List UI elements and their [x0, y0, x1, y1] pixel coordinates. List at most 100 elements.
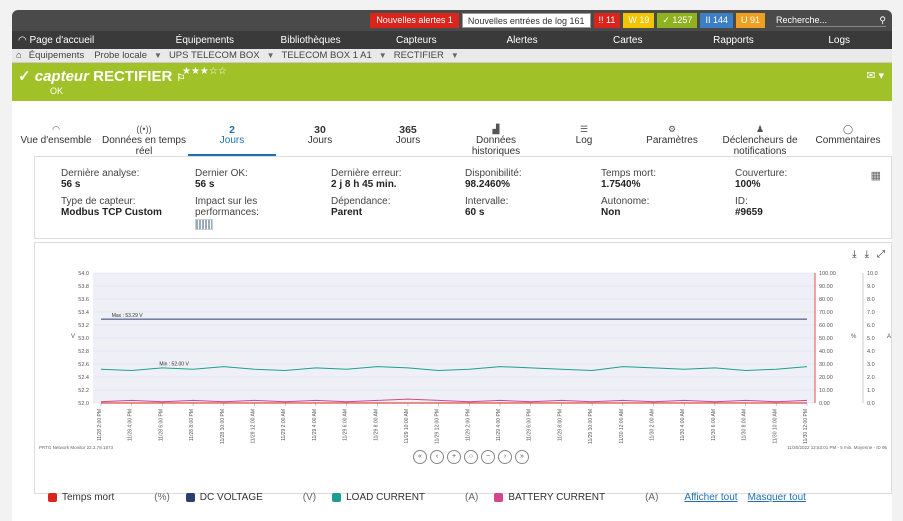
tab-365-days[interactable]: 365 Jours [364, 120, 452, 156]
legend-unit: (%) [154, 491, 170, 503]
y3-tick-label: 3.0 [867, 362, 875, 368]
breadcrumb-item[interactable]: Équipements [26, 50, 87, 61]
forward-fast-icon[interactable]: » [515, 450, 529, 464]
y3-tick-label: 0.0 [867, 401, 875, 407]
chart-footer-right: 11/30/2022 12:53:01 PM - 5 min. Moyenne … [787, 445, 887, 450]
value: #9659 [735, 207, 763, 218]
rewind-fast-icon[interactable]: « [413, 450, 427, 464]
badge-paused[interactable]: II 144 [700, 13, 733, 28]
download-icon[interactable]: ⤓ [865, 249, 869, 260]
y3-tick-label: 10.0 [867, 271, 878, 277]
label: Dernière analyse: [61, 168, 140, 179]
priority-stars[interactable]: ★★★☆☆ [182, 66, 227, 77]
tab-historic-data[interactable]: ▟ Données historiques [452, 120, 540, 157]
new-alerts-button[interactable]: Nouvelles alertes 1 [370, 13, 459, 28]
legend-item-downtime[interactable]: Temps mort (%) [48, 492, 170, 503]
nav-alerts[interactable]: Alertes [469, 35, 575, 46]
zoom-out-icon[interactable]: − [481, 450, 495, 464]
y2-tick-label: 100.00 [819, 271, 836, 277]
y3-tick-label: 9.0 [867, 284, 875, 290]
x-tick-label: 11/29 2:00 AM [281, 409, 287, 441]
y2-tick-label: 40.00 [819, 349, 833, 355]
y2-tick-label: 60.00 [819, 323, 833, 329]
breadcrumb-item[interactable]: Probe locale [91, 50, 150, 61]
qr-code-icon[interactable]: ▦ [871, 169, 881, 182]
mail-icon[interactable]: ✉ ▾ [866, 69, 884, 82]
x-tick-label: 11/28 8:00 PM [189, 409, 195, 441]
chevron-down-icon[interactable]: ▼ [154, 51, 162, 60]
checkbox-icon[interactable] [185, 492, 195, 502]
y-tick-label: 52.8 [78, 349, 89, 355]
nav-libraries[interactable]: Bibliothèques [258, 35, 364, 46]
gauge-icon: ◠ [52, 124, 60, 134]
reset-zoom-icon[interactable]: ○ [464, 450, 478, 464]
y-tick-label: 53.0 [78, 336, 89, 342]
value: Modbus TCP Custom [61, 207, 162, 218]
y3-tick-label: 4.0 [867, 349, 875, 355]
home-icon[interactable]: ⌂ [16, 50, 22, 61]
legend-unit: (V) [302, 491, 317, 503]
value: 2 j 8 h 45 min. [331, 179, 397, 190]
tab-2-days[interactable]: 2 Jours [188, 120, 276, 156]
new-logs-count: 161 [569, 16, 585, 26]
zoom-in-icon[interactable]: + [447, 450, 461, 464]
tab-comments[interactable]: ◯ Commentaires [804, 120, 892, 156]
chevron-down-icon[interactable]: ▼ [379, 51, 387, 60]
breadcrumb-item[interactable]: RECTIFIER [391, 50, 447, 61]
nav-reports[interactable]: Rapports [681, 35, 787, 46]
chevron-down-icon[interactable]: ▼ [451, 51, 459, 60]
y3-tick-label: 1.0 [867, 388, 875, 394]
legend-item-dc-voltage[interactable]: DC VOLTAGE (V) [185, 491, 317, 503]
forward-icon[interactable]: › [498, 450, 512, 464]
badge-unusual[interactable]: U 91 [735, 13, 765, 28]
legend-item-battery-current[interactable]: BATTERY CURRENT (A) [494, 492, 658, 503]
gear-icon: ⚙ [667, 124, 677, 134]
tab-overview[interactable]: ◠ Vue d'ensemble [12, 120, 100, 156]
new-logs-button[interactable]: Nouvelles entrées de log 161 [461, 13, 591, 28]
tab-log[interactable]: ☰ Log [540, 120, 628, 156]
download-icon[interactable]: ⤓ [852, 249, 856, 260]
badge-down[interactable]: !! 11 [593, 13, 621, 28]
badge-warning[interactable]: W 19 [623, 13, 655, 28]
expand-icon[interactable]: ⤢ [877, 249, 885, 260]
breadcrumb-item[interactable]: UPS TELECOM BOX [166, 50, 263, 61]
checkbox-icon[interactable] [494, 492, 504, 502]
new-logs-label: Nouvelles entrées de log [467, 16, 567, 26]
value: 1.7540% [601, 179, 641, 190]
show-all-link[interactable]: Afficher tout [684, 492, 737, 503]
checkbox-icon[interactable] [48, 492, 57, 502]
y-tick-label: 53.6 [78, 297, 89, 303]
new-alerts-count: 1 [447, 15, 453, 25]
nav-logs[interactable]: Logs [786, 35, 892, 46]
nav-sensors[interactable]: Capteurs [363, 35, 469, 46]
autonomous: Autonome: Non [601, 196, 649, 218]
tab-notification-triggers[interactable]: ♟ Déclencheurs de notifications [716, 120, 804, 157]
y-tick-label: 52.6 [78, 362, 89, 368]
status-badge: OK [50, 86, 64, 96]
nav-home[interactable]: ◠ Page d'accueil [12, 35, 152, 46]
signal-icon: ((•)) [136, 124, 152, 134]
tab-settings[interactable]: ⚙ Paramètres [628, 120, 716, 156]
breadcrumb-item[interactable]: TELECOM BOX 1 A1 [279, 50, 375, 61]
hide-all-link[interactable]: Masquer tout [748, 492, 806, 503]
tab-label: Jours [395, 135, 421, 146]
tab-number: 2 [229, 124, 235, 136]
tab-label: Déclencheurs de notifications [722, 135, 798, 157]
tab-live-data[interactable]: ((•)) Données en temps réel [100, 120, 188, 157]
rewind-icon[interactable]: ‹ [430, 450, 444, 464]
y2-tick-label: 80.00 [819, 297, 833, 303]
nav-maps[interactable]: Cartes [575, 35, 681, 46]
search-icon[interactable]: ⚲ [879, 15, 886, 26]
badge-up[interactable]: ✓ 1257 [657, 13, 698, 28]
chart-toolbar: ⤓ ⤓ ⤢ [852, 249, 885, 260]
home-icon: ◠ [18, 34, 27, 46]
y-tick-label: 54.0 [78, 271, 89, 277]
x-tick-label: 11/29 12:00 AM [250, 409, 256, 444]
tab-30-days[interactable]: 30 Jours [276, 120, 364, 156]
search-input[interactable]: Recherche... ⚲ [776, 15, 886, 27]
chevron-down-icon[interactable]: ▼ [267, 51, 275, 60]
nav-devices[interactable]: Équipements [152, 35, 258, 46]
checkbox-icon[interactable] [332, 492, 342, 502]
tab-label: Paramètres [646, 135, 698, 146]
legend-item-load-current[interactable]: LOAD CURRENT (A) [332, 492, 478, 503]
